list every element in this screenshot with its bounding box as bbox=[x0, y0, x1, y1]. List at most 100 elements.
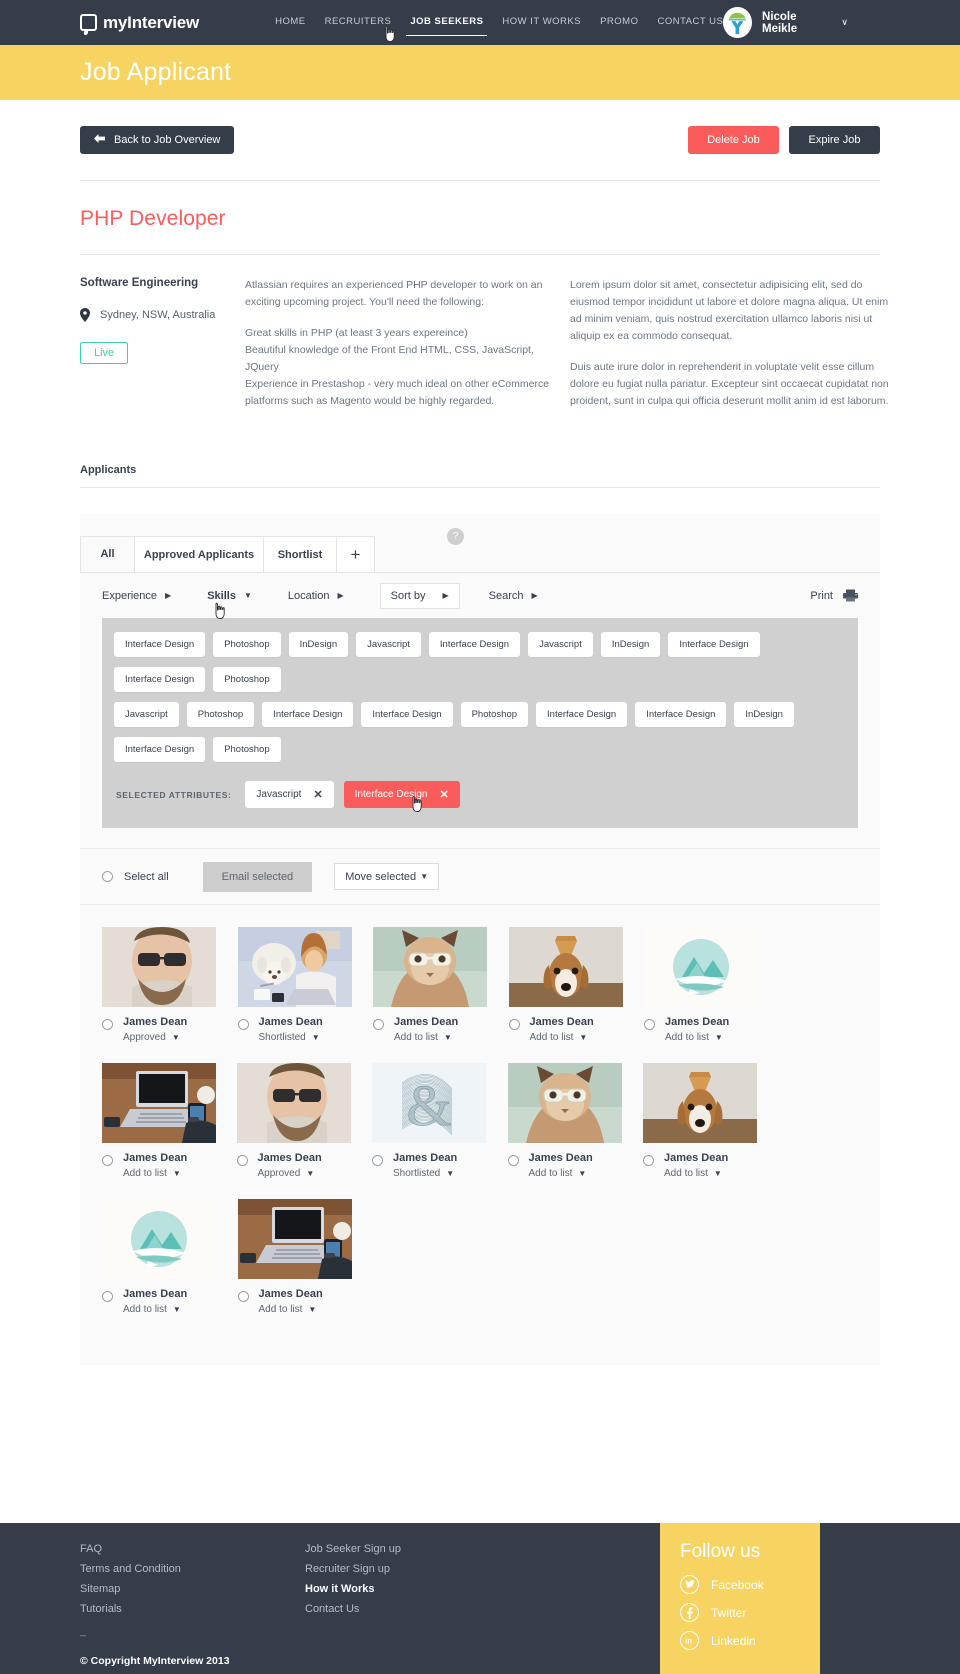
applicant-card[interactable]: James Dean Add to list ▼ bbox=[508, 927, 644, 1043]
footer-link-recruiter-signup[interactable]: Recruiter Sign up bbox=[305, 1563, 530, 1575]
social-link-facebook[interactable]: Facebook bbox=[680, 1575, 820, 1595]
filter-experience[interactable]: Experience ▶ bbox=[102, 590, 171, 602]
skill-tag[interactable]: Interface Design bbox=[428, 632, 521, 657]
skill-tag[interactable]: Interface Design bbox=[262, 702, 354, 727]
applicant-status-dropdown[interactable]: Add to list ▼ bbox=[123, 1304, 187, 1315]
search-toggle[interactable]: Search ▶ bbox=[489, 590, 538, 602]
nav-item-how-it-works[interactable]: HOW IT WORKS bbox=[502, 16, 581, 30]
applicant-status-dropdown[interactable]: Add to list ▼ bbox=[259, 1304, 323, 1315]
skill-tag[interactable]: InDesign bbox=[734, 702, 794, 727]
skill-tag[interactable]: Photoshop bbox=[213, 737, 281, 762]
applicant-select-radio[interactable] bbox=[102, 1019, 113, 1030]
filter-location[interactable]: Location ▶ bbox=[288, 590, 344, 602]
skill-tag[interactable]: Photoshop bbox=[460, 702, 529, 727]
skill-tag[interactable]: Interface Design bbox=[361, 702, 453, 727]
applicant-card[interactable]: James Dean Add to list ▼ bbox=[102, 1199, 237, 1315]
applicant-select-radio[interactable] bbox=[507, 1155, 519, 1167]
filter-skills[interactable]: Skills ▼ bbox=[207, 590, 252, 619]
applicant-card[interactable]: James Dean Add to list ▼ bbox=[643, 1063, 778, 1179]
applicant-thumbnail[interactable] bbox=[644, 927, 758, 1007]
applicant-thumbnail[interactable] bbox=[102, 1063, 216, 1144]
applicant-thumbnail[interactable] bbox=[507, 1063, 622, 1144]
site-logo[interactable]: myInterview bbox=[80, 13, 199, 33]
skill-tag[interactable]: Interface Design bbox=[668, 632, 760, 657]
skill-tag[interactable]: Javascript bbox=[114, 702, 179, 727]
skill-tag[interactable]: Interface Design bbox=[114, 632, 206, 657]
social-link-twitter[interactable]: Twitter bbox=[680, 1603, 820, 1623]
nav-item-home[interactable]: HOME bbox=[275, 16, 306, 30]
nav-item-contact-us[interactable]: CONTACT US bbox=[657, 16, 723, 30]
applicant-card[interactable]: James Dean Add to list ▼ bbox=[373, 927, 508, 1043]
social-link-linkedin[interactable]: in Linkedin bbox=[680, 1631, 820, 1651]
applicant-status-dropdown[interactable]: Add to list ▼ bbox=[664, 1168, 728, 1179]
applicant-status-dropdown[interactable]: Add to list ▼ bbox=[123, 1168, 187, 1179]
nav-item-job-seekers[interactable]: JOB SEEKERS bbox=[406, 16, 488, 36]
applicant-card[interactable]: James Dean Approved ▼ bbox=[236, 1063, 372, 1179]
user-menu[interactable]: Nicole Meikle ∨ bbox=[723, 7, 848, 38]
applicant-status-dropdown[interactable]: Shortlisted ▼ bbox=[259, 1032, 323, 1043]
skill-tag[interactable]: Interface Design bbox=[114, 737, 206, 762]
applicant-thumbnail[interactable] bbox=[237, 1199, 352, 1280]
tab-approved-applicants[interactable]: Approved Applicants bbox=[134, 536, 264, 572]
print-button[interactable]: Print bbox=[810, 589, 858, 602]
expire-job-button[interactable]: Expire Job bbox=[789, 126, 880, 154]
skill-tag[interactable]: Photoshop bbox=[213, 632, 281, 657]
applicant-thumbnail[interactable] bbox=[236, 1063, 351, 1144]
skill-tag[interactable]: InDesign bbox=[600, 632, 661, 657]
applicant-thumbnail[interactable] bbox=[508, 927, 623, 1007]
back-to-job-overview-button[interactable]: Back to Job Overview bbox=[80, 126, 235, 154]
delete-job-button[interactable]: Delete Job bbox=[688, 126, 779, 154]
applicant-thumbnail[interactable] bbox=[373, 927, 487, 1007]
help-icon[interactable]: ? bbox=[447, 528, 464, 545]
applicant-status-dropdown[interactable]: Add to list ▼ bbox=[530, 1032, 594, 1043]
applicant-card[interactable]: & & James Dean Shortlisted ▼ bbox=[372, 1063, 507, 1179]
applicant-select-radio[interactable] bbox=[643, 1155, 654, 1167]
email-selected-button[interactable]: Email selected bbox=[202, 861, 313, 892]
close-icon[interactable]: ✕ bbox=[313, 788, 322, 801]
applicant-select-radio[interactable] bbox=[102, 1155, 113, 1167]
skill-tag[interactable]: Javascript bbox=[528, 632, 593, 657]
footer-link-how-it-works[interactable]: How it Works bbox=[305, 1583, 530, 1595]
applicant-status-dropdown[interactable]: Add to list ▼ bbox=[529, 1168, 593, 1179]
applicant-select-radio[interactable] bbox=[102, 1291, 113, 1303]
select-all-radio[interactable] bbox=[102, 871, 113, 882]
applicant-select-radio[interactable] bbox=[508, 1019, 520, 1030]
tab-shortlist[interactable]: Shortlist bbox=[263, 536, 337, 572]
skill-tag[interactable]: Interface Design bbox=[635, 702, 727, 727]
applicant-status-dropdown[interactable]: Add to list ▼ bbox=[394, 1032, 458, 1043]
applicant-select-radio[interactable] bbox=[373, 1019, 384, 1030]
skill-tag[interactable]: Javascript bbox=[356, 632, 421, 657]
applicant-select-radio[interactable] bbox=[237, 1291, 249, 1303]
move-selected-dropdown[interactable]: Move selected ▼ bbox=[334, 863, 440, 890]
footer-link-job-seeker-signup[interactable]: Job Seeker Sign up bbox=[305, 1543, 530, 1555]
nav-item-recruiters[interactable]: RECRUITERS bbox=[325, 16, 392, 30]
applicant-card[interactable]: James Dean Add to list ▼ bbox=[507, 1063, 643, 1179]
applicant-thumbnail[interactable] bbox=[237, 927, 352, 1007]
footer-link-tutorials[interactable]: Tutorials bbox=[80, 1603, 305, 1615]
applicant-thumbnail[interactable]: & & bbox=[372, 1063, 486, 1144]
footer-link-terms[interactable]: Terms and Condition bbox=[80, 1563, 305, 1575]
applicant-select-radio[interactable] bbox=[237, 1019, 249, 1030]
footer-link-contact-us[interactable]: Contact Us bbox=[305, 1603, 530, 1615]
applicant-status-dropdown[interactable]: Approved ▼ bbox=[258, 1168, 322, 1179]
selected-attribute-chip-javascript[interactable]: Javascript ✕ bbox=[245, 781, 334, 808]
applicant-status-dropdown[interactable]: Shortlisted ▼ bbox=[393, 1168, 457, 1179]
applicant-status-dropdown[interactable]: Add to list ▼ bbox=[665, 1032, 729, 1043]
close-icon[interactable]: ✕ bbox=[439, 788, 448, 801]
applicant-select-radio[interactable] bbox=[644, 1019, 655, 1030]
applicant-card[interactable]: James Dean Approved ▼ bbox=[102, 927, 237, 1043]
skill-tag[interactable]: Photoshop bbox=[213, 667, 281, 692]
footer-link-sitemap[interactable]: Sitemap bbox=[80, 1583, 305, 1595]
footer-link-faq[interactable]: FAQ bbox=[80, 1543, 305, 1555]
applicant-select-radio[interactable] bbox=[372, 1155, 383, 1167]
nav-item-promo[interactable]: PROMO bbox=[600, 16, 638, 30]
applicant-card[interactable]: James Dean Add to list ▼ bbox=[644, 927, 779, 1043]
skill-tag[interactable]: Photoshop bbox=[186, 702, 255, 727]
applicant-card[interactable]: James Dean Add to list ▼ bbox=[237, 1199, 373, 1315]
skill-tag[interactable]: Interface Design bbox=[114, 667, 206, 692]
tab-all[interactable]: All bbox=[80, 536, 135, 572]
applicant-card[interactable]: James Dean Shortlisted ▼ bbox=[237, 927, 373, 1043]
applicant-status-dropdown[interactable]: Approved ▼ bbox=[123, 1032, 187, 1043]
selected-attribute-chip-interface-design[interactable]: Interface Design ✕ bbox=[343, 781, 460, 813]
chevron-down-icon[interactable]: ∨ bbox=[841, 17, 848, 28]
